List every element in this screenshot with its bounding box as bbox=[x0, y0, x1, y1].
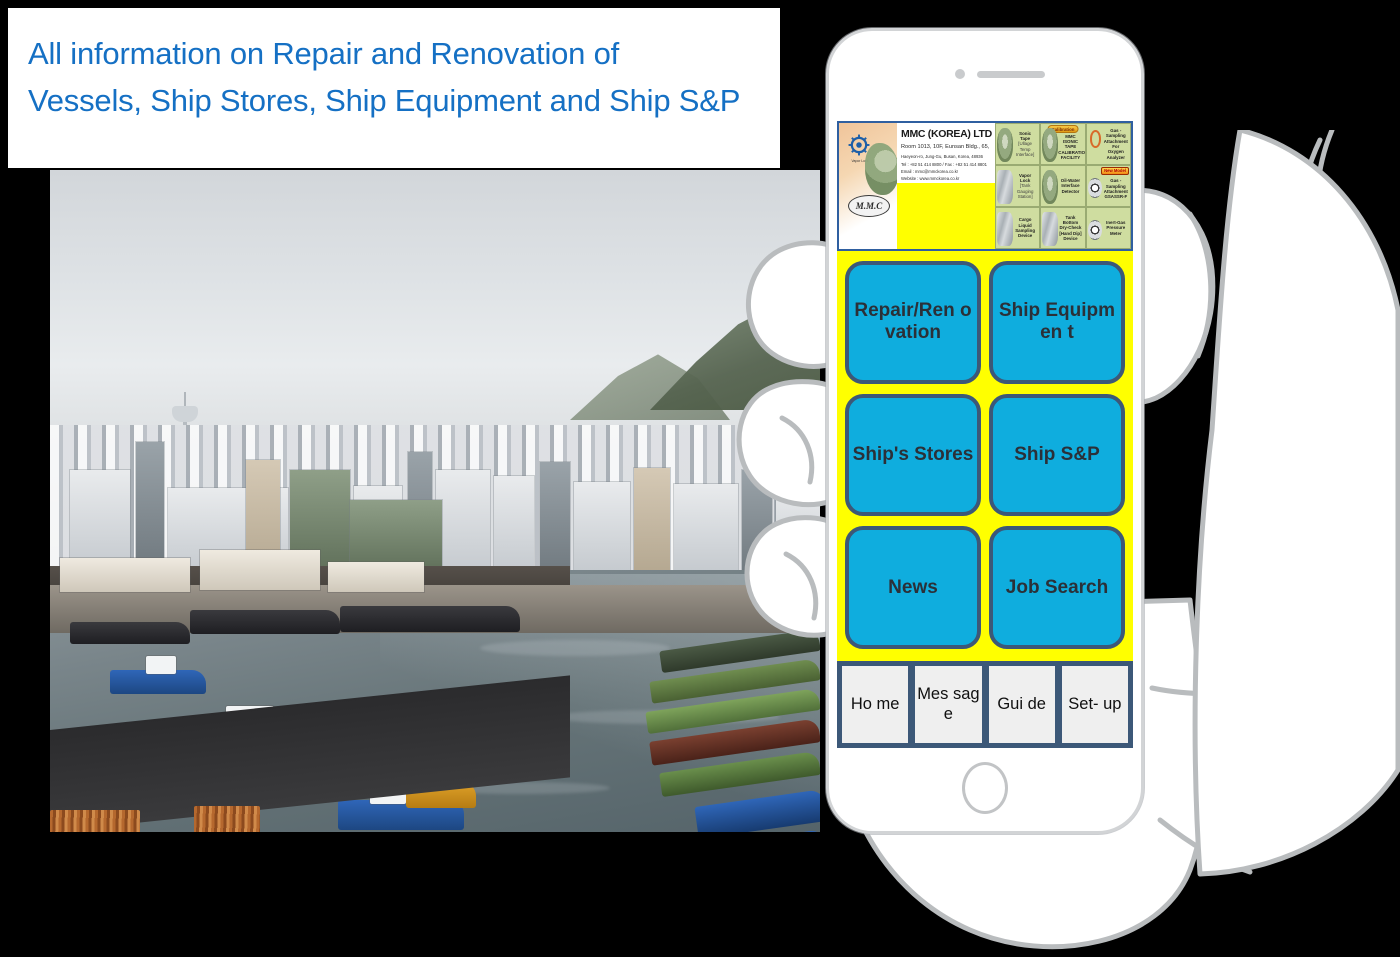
pressure-meter-icon bbox=[1087, 220, 1102, 240]
photo-tower-pod bbox=[172, 406, 198, 422]
banner-cell-cargo-sampling[interactable]: Cargo Liquid Sampling Device bbox=[995, 207, 1041, 249]
button-ship-equipment[interactable]: Ship Equipmen t bbox=[989, 261, 1125, 384]
banner-cell-title: Gas - Sampling Attachment For Oxygen Ana… bbox=[1103, 127, 1128, 160]
photo-building bbox=[540, 462, 570, 578]
photo-building bbox=[574, 482, 630, 578]
banner-company-panel: MMC (KOREA) LTD Room 1013, 10F, Eunsan B… bbox=[897, 123, 995, 249]
new-model-badge: New Model bbox=[1101, 167, 1129, 175]
banner-cell-title: Tank Bottom Dry-Check [Hand Dip] Device bbox=[1059, 214, 1082, 242]
gas-sampling-icon bbox=[1087, 178, 1102, 198]
company-name: MMC (KOREA) LTD bbox=[901, 128, 992, 140]
app-button-grid: Repair/Ren ovation Ship Equipmen t Ship'… bbox=[837, 255, 1133, 655]
photo-warehouse bbox=[60, 558, 190, 592]
banner-cell-vapor-lock[interactable]: Vapor Lock [Tank Gauging Station] bbox=[995, 165, 1041, 207]
button-ships-stores[interactable]: Ship's Stores bbox=[845, 393, 981, 517]
vapor-lock-icon bbox=[997, 170, 1013, 204]
banner-cell-title: MMC ISONIC TAPE CALIBRATION FACILITY bbox=[1058, 133, 1086, 161]
tab-guide[interactable]: Gui de bbox=[986, 664, 1057, 745]
company-website: Website : www.mmckorea.co.kr bbox=[901, 176, 960, 181]
banner-cell-sub: [Tank Gauging Station] bbox=[1016, 183, 1034, 200]
sonic-tape-icon bbox=[997, 128, 1013, 162]
tab-home[interactable]: Ho me bbox=[840, 664, 911, 745]
banner-cell-dry-check[interactable]: Tank Bottom Dry-Check [Hand Dip] Device bbox=[1040, 207, 1086, 249]
banner-cell-gsassr-f[interactable]: New Model Gas - Sampling Attachment GSAS… bbox=[1085, 165, 1131, 207]
banner-cell-title: Inert-Gas Pressure Meter bbox=[1106, 219, 1126, 236]
company-phone: Tel : +82 51 414 8800 / Fax : +82 51 414… bbox=[901, 162, 987, 167]
mmc-product-banner[interactable]: Vapor Lock M.M.C MMC (KOREA) LTD Room 10… bbox=[837, 121, 1133, 251]
banner-cell-sub: [Ullage Temp Interface] bbox=[1015, 141, 1035, 158]
vapor-lock-art bbox=[865, 143, 897, 195]
company-address-line-1: Room 1013, 10F, Eunsan Bldg., 65, bbox=[901, 144, 990, 150]
cargo-sampling-icon bbox=[997, 212, 1013, 246]
banner-cell-pressure-meter[interactable]: Inert-Gas Pressure Meter bbox=[1085, 207, 1131, 249]
banner-cell-gas-sampling-oxygen[interactable]: Gas - Sampling Attachment For Oxygen Ana… bbox=[1085, 123, 1131, 165]
bottom-tab-bar: Ho me Mes sage Gui de Set- up bbox=[837, 661, 1133, 748]
camera-dot-icon bbox=[955, 69, 965, 79]
calibration-icon bbox=[1042, 128, 1058, 162]
banner-cell-title: Gas - Sampling Attachment GSASSR-F bbox=[1103, 178, 1128, 200]
photo-building bbox=[136, 442, 164, 572]
banner-yellow-fill bbox=[897, 183, 995, 249]
photo-ripple bbox=[480, 640, 670, 656]
button-ship-s-and-p[interactable]: Ship S&P bbox=[989, 393, 1125, 517]
speaker-grille-icon bbox=[977, 71, 1045, 78]
harbour-photo bbox=[50, 170, 820, 832]
photo-building bbox=[436, 470, 490, 578]
banner-cell-oil-water-detector[interactable]: Oil-Water Interface Detector bbox=[1040, 165, 1086, 207]
photo-boat-cabin bbox=[146, 656, 176, 674]
photo-boat bbox=[70, 622, 190, 644]
dry-check-icon bbox=[1042, 212, 1058, 246]
ring-icon bbox=[1089, 130, 1101, 148]
photo-boat bbox=[340, 606, 520, 632]
page-title: All information on Repair and Renovation… bbox=[28, 36, 741, 119]
headline-card: All information on Repair and Renovation… bbox=[8, 8, 780, 168]
photo-building bbox=[494, 476, 534, 578]
phone-screen: Vapor Lock M.M.C MMC (KOREA) LTD Room 10… bbox=[837, 121, 1133, 748]
company-email: Email : mmc@mmckorea.co.kr bbox=[901, 169, 959, 174]
photo-boat bbox=[190, 610, 340, 634]
company-address-line-2: Haeyeon-ro, Jung-Gu, Busan, Korea, 48936 bbox=[901, 154, 983, 159]
button-news[interactable]: News bbox=[845, 526, 981, 649]
banner-cell-sonic-tape[interactable]: Sonic Tape [Ullage Temp Interface] bbox=[995, 123, 1041, 165]
photo-building bbox=[634, 468, 670, 578]
button-job-search[interactable]: Job Search bbox=[989, 526, 1125, 649]
banner-logo-panel: Vapor Lock M.M.C bbox=[839, 123, 897, 249]
oil-water-icon bbox=[1042, 170, 1058, 204]
home-button[interactable] bbox=[962, 762, 1008, 814]
button-repair-renovation[interactable]: Repair/Ren ovation bbox=[845, 261, 981, 384]
banner-cell-title: Oil-Water Interface Detector bbox=[1060, 177, 1081, 194]
banner-cell-calibration[interactable]: Calibration MMC ISONIC TAPE CALIBRATION … bbox=[1040, 123, 1086, 165]
banner-cell-title: Vapor Lock bbox=[1019, 172, 1032, 183]
tab-message[interactable]: Mes sage bbox=[913, 664, 984, 745]
photo-lumber-pile bbox=[194, 806, 260, 832]
mmc-brand-logo: M.M.C bbox=[848, 195, 890, 217]
banner-cell-title: Sonic Tape bbox=[1019, 130, 1032, 141]
banner-product-grid: Sonic Tape [Ullage Temp Interface] Calibr… bbox=[995, 123, 1131, 249]
photo-warehouse bbox=[200, 550, 320, 590]
tab-setup[interactable]: Set- up bbox=[1059, 664, 1130, 745]
photo-lumber-pile bbox=[50, 810, 140, 832]
banner-cell-title: Cargo Liquid Sampling Device bbox=[1015, 217, 1036, 239]
photo-warehouse bbox=[328, 562, 424, 592]
smartphone-mockup: Vapor Lock M.M.C MMC (KOREA) LTD Room 10… bbox=[826, 28, 1144, 834]
screenshot-root: All information on Repair and Renovation… bbox=[0, 0, 1400, 957]
